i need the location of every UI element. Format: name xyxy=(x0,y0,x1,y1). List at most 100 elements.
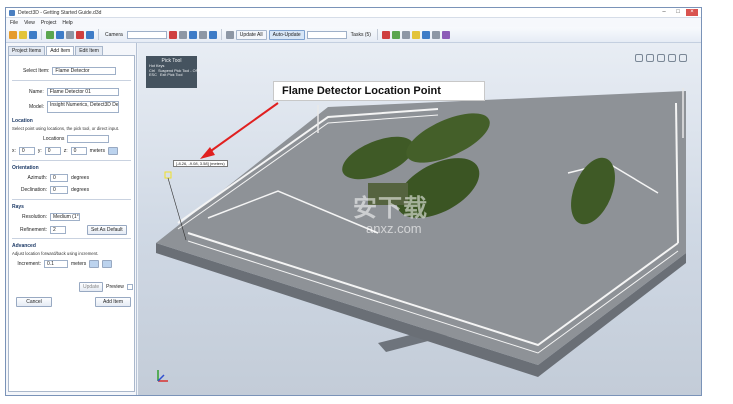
orientation-header: Orientation xyxy=(12,165,39,171)
3d-viewport[interactable]: Pick Tool Hot Keys Ctrl Suspend Pick Too… xyxy=(138,43,701,395)
model-row: Model: Insight Numerics, Detect3D Defaul… xyxy=(29,101,120,113)
preview-checkbox[interactable] xyxy=(126,284,133,290)
increment-field[interactable]: 0.1 xyxy=(44,260,68,268)
location-header: Location xyxy=(12,118,33,124)
camera-label: Camera xyxy=(105,31,123,38)
step-forward-icon[interactable] xyxy=(102,260,113,268)
menu-file[interactable]: File xyxy=(10,20,18,26)
toolbar-divider xyxy=(41,29,42,40)
layers-icon[interactable] xyxy=(421,30,430,39)
save-icon[interactable] xyxy=(29,30,37,39)
location-hint: Select point using locations, the pick t… xyxy=(12,126,120,131)
hotkey-esc-row: ESC Exit Pick Tool xyxy=(146,73,197,78)
app-window: Detect3D - Getting Started Guide.d3d – □… xyxy=(5,7,702,396)
report-icon[interactable] xyxy=(441,30,450,39)
new-project-icon[interactable] xyxy=(9,30,17,39)
step-back-icon[interactable] xyxy=(89,260,100,268)
settings-icon[interactable] xyxy=(401,30,410,39)
fit-view-icon[interactable] xyxy=(635,54,643,62)
declination-row: Declination: 0 degrees xyxy=(15,186,89,194)
import-icon[interactable] xyxy=(56,30,64,39)
preview-label: Preview xyxy=(106,284,124,290)
locations-row: Locations xyxy=(43,135,110,143)
chart-icon[interactable] xyxy=(391,30,400,39)
azimuth-field[interactable]: 0 xyxy=(50,174,68,182)
refinement-row: Refinement: 2 Set As Default xyxy=(15,225,127,235)
menu-project[interactable]: Project xyxy=(41,20,57,26)
callout-label: Flame Detector Location Point xyxy=(273,81,485,101)
tab-edit-item[interactable]: Edit Item xyxy=(75,46,103,55)
zoom-icon[interactable] xyxy=(646,54,654,62)
hotkey-esc-action: Exit Pick Tool xyxy=(159,73,183,78)
viewport-tools xyxy=(635,54,687,62)
select-item-row: Select Item: Flame Detector xyxy=(23,67,117,75)
record-icon[interactable] xyxy=(76,30,84,39)
add-item-button[interactable]: Add Item xyxy=(95,297,131,307)
locations-dropdown[interactable] xyxy=(67,135,110,143)
pan-icon[interactable] xyxy=(198,30,207,39)
add-icon[interactable] xyxy=(46,30,54,39)
pencil-icon[interactable] xyxy=(411,30,420,39)
auto-update-button[interactable]: Auto-Update xyxy=(268,29,305,40)
tab-project-items[interactable]: Project Items xyxy=(8,46,46,55)
detector-marker[interactable] xyxy=(164,171,172,179)
resolution-label: Resolution: xyxy=(21,214,47,220)
search-field[interactable] xyxy=(306,30,347,39)
set-as-default-button[interactable]: Set As Default xyxy=(87,225,127,235)
stop-icon[interactable] xyxy=(168,30,177,39)
name-row: Name: Flame Detector 01 xyxy=(29,88,119,96)
minimize-icon[interactable]: – xyxy=(658,9,670,16)
meters-label: meters xyxy=(89,148,105,154)
cancel-button[interactable]: Cancel xyxy=(16,297,52,307)
view-settings-icon[interactable] xyxy=(679,54,687,62)
pointer-icon[interactable] xyxy=(225,30,234,39)
zoom-extents-icon[interactable] xyxy=(178,30,187,39)
menu-view[interactable]: View xyxy=(24,20,35,26)
left-panel: Project Items Add Item Edit Item Select … xyxy=(6,43,137,395)
menu-help[interactable]: Help xyxy=(62,20,72,26)
model-dropdown[interactable]: Insight Numerics, Detect3D Default xyxy=(47,101,120,113)
refinement-dropdown[interactable]: 2 xyxy=(50,226,66,234)
declination-field[interactable]: 0 xyxy=(50,186,68,194)
name-field[interactable]: Flame Detector 01 xyxy=(46,88,119,96)
select-item-label: Select Item: xyxy=(23,68,50,74)
maximize-icon[interactable]: □ xyxy=(672,9,684,16)
toolbar-divider xyxy=(376,29,378,40)
resolution-dropdown[interactable]: Medium (1°) xyxy=(50,213,80,221)
table-icon[interactable] xyxy=(431,30,440,39)
orbit-icon[interactable] xyxy=(188,30,197,39)
camera-select[interactable] xyxy=(126,30,167,39)
update-button[interactable]: Update xyxy=(79,282,104,292)
grid-icon[interactable] xyxy=(86,30,94,39)
refinement-label: Refinement: xyxy=(20,227,47,233)
close-tasks-icon[interactable] xyxy=(381,30,390,39)
name-label: Name: xyxy=(29,89,44,95)
window-controls: – □ × xyxy=(658,9,698,16)
hotkey-ctrl: Ctrl xyxy=(149,68,155,73)
open-folder-icon[interactable] xyxy=(19,30,27,39)
z-field[interactable]: 0 xyxy=(70,147,87,155)
divider xyxy=(12,199,131,200)
view-icon[interactable] xyxy=(208,30,217,39)
advanced-hint: Adjust location forward/back using incre… xyxy=(12,251,99,256)
select-item-dropdown[interactable]: Flame Detector xyxy=(52,67,117,75)
tasks-label[interactable]: Tasks (5) xyxy=(349,32,373,38)
title-bar: Detect3D - Getting Started Guide.d3d – □… xyxy=(6,8,701,18)
tab-add-item[interactable]: Add Item xyxy=(46,46,75,55)
add-item-form: Select Item: Flame Detector Name: Flame … xyxy=(8,55,135,392)
panel-tabs: Project Items Add Item Edit Item xyxy=(8,46,103,55)
export-icon[interactable] xyxy=(66,30,74,39)
increment-units: meters xyxy=(71,261,87,267)
zoom-window-icon[interactable] xyxy=(657,54,665,62)
rotate-icon[interactable] xyxy=(668,54,676,62)
x-field[interactable]: 0 xyxy=(18,147,35,155)
update-all-button[interactable]: Update All xyxy=(235,29,267,40)
close-icon[interactable]: × xyxy=(686,9,698,16)
advanced-header: Advanced xyxy=(12,243,36,249)
xyz-row: x: 0 y: 0 z: 0 meters xyxy=(12,147,118,155)
hotkey-esc: ESC xyxy=(149,73,157,78)
update-row: Update Preview xyxy=(79,282,133,292)
y-field[interactable]: 0 xyxy=(44,147,61,155)
pick-tool-button[interactable] xyxy=(107,147,118,155)
rays-header: Rays xyxy=(12,204,24,210)
